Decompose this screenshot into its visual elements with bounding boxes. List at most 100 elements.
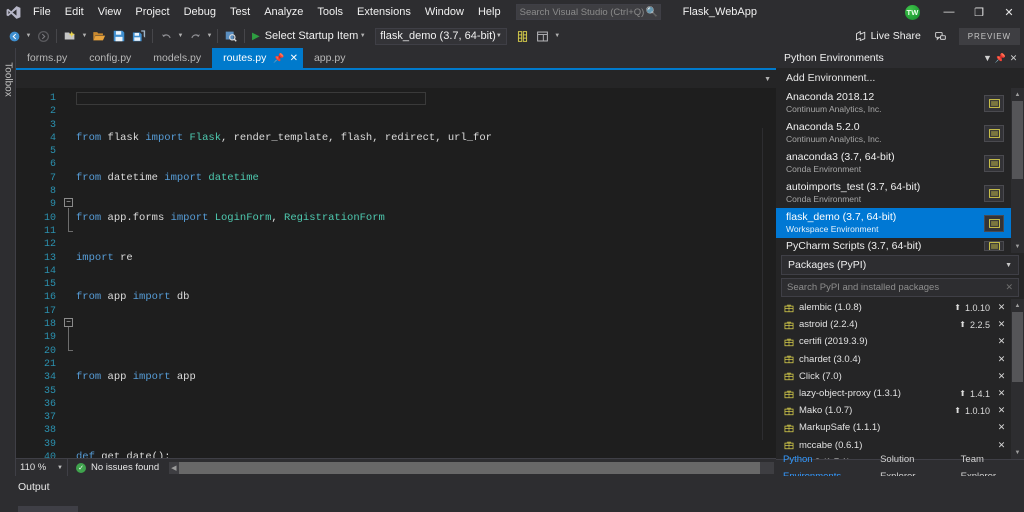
scroll-thumb[interactable]	[1012, 312, 1023, 382]
menu-analyze[interactable]: Analyze	[257, 0, 310, 24]
fold-toggle-icon[interactable]: −	[64, 318, 73, 327]
editor-vertical-scrollbar[interactable]	[762, 128, 776, 440]
interactive-window-icon[interactable]	[984, 155, 1004, 172]
package-row[interactable]: chardet (3.0.4) ✕	[776, 351, 1011, 368]
package-row[interactable]: Mako (1.0.7) ⬆1.0.10 ✕	[776, 402, 1011, 419]
save-all-icon[interactable]	[129, 26, 149, 46]
live-share-button[interactable]: Live Share	[855, 30, 921, 42]
back-dropdown-icon[interactable]: ▼	[24, 33, 33, 39]
interactive-window-icon[interactable]	[984, 185, 1004, 202]
menu-tools[interactable]: Tools	[310, 0, 350, 24]
package-update[interactable]: ⬆2.2.5	[959, 320, 990, 330]
python-environment-dropdown[interactable]: flask_demo (3.7, 64-bit) ▼	[375, 28, 507, 45]
remove-icon[interactable]: ✕	[996, 388, 1007, 399]
navigate-forward-icon[interactable]	[33, 26, 53, 46]
toolbox-rail[interactable]: Toolbox	[0, 48, 16, 476]
clear-icon[interactable]: ✕	[1005, 282, 1013, 293]
environment-row[interactable]: Anaconda 2018.12 Continuum Analytics, In…	[776, 88, 1011, 118]
interactive-window-icon[interactable]	[984, 215, 1004, 232]
send-feedback-icon[interactable]	[931, 26, 951, 46]
scroll-left-icon[interactable]: ◀	[169, 464, 178, 472]
package-search-input[interactable]	[787, 282, 987, 293]
scroll-down-icon[interactable]: ▼	[1011, 446, 1024, 459]
interactive-window-icon[interactable]	[984, 95, 1004, 112]
package-source-dropdown[interactable]: Packages (PyPI) ▼	[781, 255, 1019, 275]
scroll-up-icon[interactable]: ▲	[1011, 88, 1024, 101]
package-row[interactable]: alembic (1.0.8) ⬆1.0.10 ✕	[776, 299, 1011, 316]
environment-row[interactable]: autoimports_test (3.7, 64-bit) Conda Env…	[776, 178, 1011, 208]
scroll-up-icon[interactable]: ▲	[1011, 299, 1024, 312]
package-list[interactable]: alembic (1.0.8) ⬆1.0.10 ✕ astroid (2.2.4…	[776, 299, 1024, 459]
new-project-dropdown-icon[interactable]: ▼	[80, 33, 89, 39]
package-search-box[interactable]: ✕	[781, 278, 1019, 297]
menu-edit[interactable]: Edit	[58, 0, 91, 24]
pin-icon[interactable]: 📌	[994, 53, 1007, 64]
scroll-thumb[interactable]	[179, 462, 760, 474]
menu-test[interactable]: Test	[223, 0, 257, 24]
layout-dropdown-icon[interactable]: ▼	[553, 33, 562, 39]
output-tab-label[interactable]: Output	[0, 476, 1024, 493]
remove-icon[interactable]: ✕	[996, 422, 1007, 433]
undo-dropdown-icon[interactable]: ▼	[176, 33, 185, 39]
menu-help[interactable]: Help	[471, 0, 508, 24]
editor-navigation-bar[interactable]: ▼	[16, 68, 776, 88]
navigate-back-icon[interactable]	[4, 26, 24, 46]
fold-toggle-icon[interactable]: −	[64, 198, 73, 207]
solution-config-icon[interactable]	[513, 26, 533, 46]
chevron-down-icon[interactable]: ▼	[764, 76, 771, 83]
environment-row[interactable]: Anaconda 5.2.0 Continuum Analytics, Inc.	[776, 118, 1011, 148]
menu-window[interactable]: Window	[418, 0, 471, 24]
remove-icon[interactable]: ✕	[996, 371, 1007, 382]
remove-icon[interactable]: ✕	[996, 405, 1007, 416]
code-text[interactable]: from flask import Flask, render_template…	[76, 88, 776, 458]
start-debug-button[interactable]: ▶ Select Startup Item ▼	[248, 26, 369, 46]
interactive-window-icon[interactable]	[984, 241, 1004, 251]
find-icon[interactable]	[221, 26, 241, 46]
new-project-icon[interactable]	[60, 26, 80, 46]
redo-dropdown-icon[interactable]: ▼	[205, 33, 214, 39]
close-icon[interactable]: ✕	[1007, 53, 1020, 64]
startup-dropdown-icon[interactable]: ▼	[358, 33, 367, 39]
chevron-down-icon[interactable]: ▼	[981, 53, 994, 63]
package-row[interactable]: Click (7.0) ✕	[776, 368, 1011, 385]
remove-icon[interactable]: ✕	[996, 302, 1007, 313]
package-update[interactable]: ⬆1.0.10	[954, 406, 990, 416]
environment-list[interactable]: Anaconda 2018.12 Continuum Analytics, In…	[776, 88, 1024, 253]
environment-list-scrollbar[interactable]: ▲ ▼	[1011, 88, 1024, 253]
remove-icon[interactable]: ✕	[996, 336, 1007, 347]
package-list-scrollbar[interactable]: ▲ ▼	[1011, 299, 1024, 459]
search-input[interactable]	[520, 7, 646, 18]
close-icon[interactable]: ✕	[290, 53, 298, 64]
scroll-down-icon[interactable]: ▼	[1011, 240, 1024, 253]
issues-status[interactable]: ✓ No issues found	[68, 462, 159, 473]
package-update[interactable]: ⬆1.0.10	[954, 303, 990, 313]
menu-file[interactable]: File	[26, 0, 58, 24]
tab-config-py[interactable]: config.py	[78, 48, 142, 68]
package-row[interactable]: lazy-object-proxy (1.3.1) ⬆1.4.1 ✕	[776, 385, 1011, 402]
menu-extensions[interactable]: Extensions	[350, 0, 418, 24]
interactive-window-icon[interactable]	[984, 125, 1004, 142]
remove-icon[interactable]: ✕	[996, 440, 1007, 451]
package-row[interactable]: MarkupSafe (1.1.1) ✕	[776, 419, 1011, 436]
scroll-thumb[interactable]	[1012, 101, 1023, 179]
avatar[interactable]: TW	[905, 5, 920, 20]
editor-horizontal-scrollbar[interactable]: ◀	[169, 462, 774, 474]
remove-icon[interactable]: ✕	[996, 354, 1007, 365]
window-layout-icon[interactable]	[533, 26, 553, 46]
environment-row[interactable]: PyCharm Scripts (3.7, 64-bit)	[776, 238, 1011, 253]
menu-view[interactable]: View	[91, 0, 129, 24]
open-file-icon[interactable]	[89, 26, 109, 46]
pin-icon[interactable]: 📌	[273, 53, 284, 64]
minimize-icon[interactable]: —	[934, 0, 964, 24]
package-row[interactable]: astroid (2.2.4) ⬆2.2.5 ✕	[776, 316, 1011, 333]
package-update[interactable]: ⬆1.4.1	[959, 389, 990, 399]
package-row[interactable]: certifi (2019.3.9) ✕	[776, 333, 1011, 350]
environment-row[interactable]: anaconda3 (3.7, 64-bit) Conda Environmen…	[776, 148, 1011, 178]
environment-row-selected[interactable]: flask_demo (3.7, 64-bit) Workspace Envir…	[776, 208, 1011, 238]
menu-debug[interactable]: Debug	[177, 0, 223, 24]
code-folding-column[interactable]: − −	[62, 88, 76, 458]
add-environment-link[interactable]: Add Environment...	[776, 68, 1024, 88]
menu-project[interactable]: Project	[128, 0, 176, 24]
zoom-level-control[interactable]: 110 % ▼	[16, 459, 68, 477]
tab-routes-py[interactable]: routes.py 📌 ✕	[212, 48, 303, 68]
